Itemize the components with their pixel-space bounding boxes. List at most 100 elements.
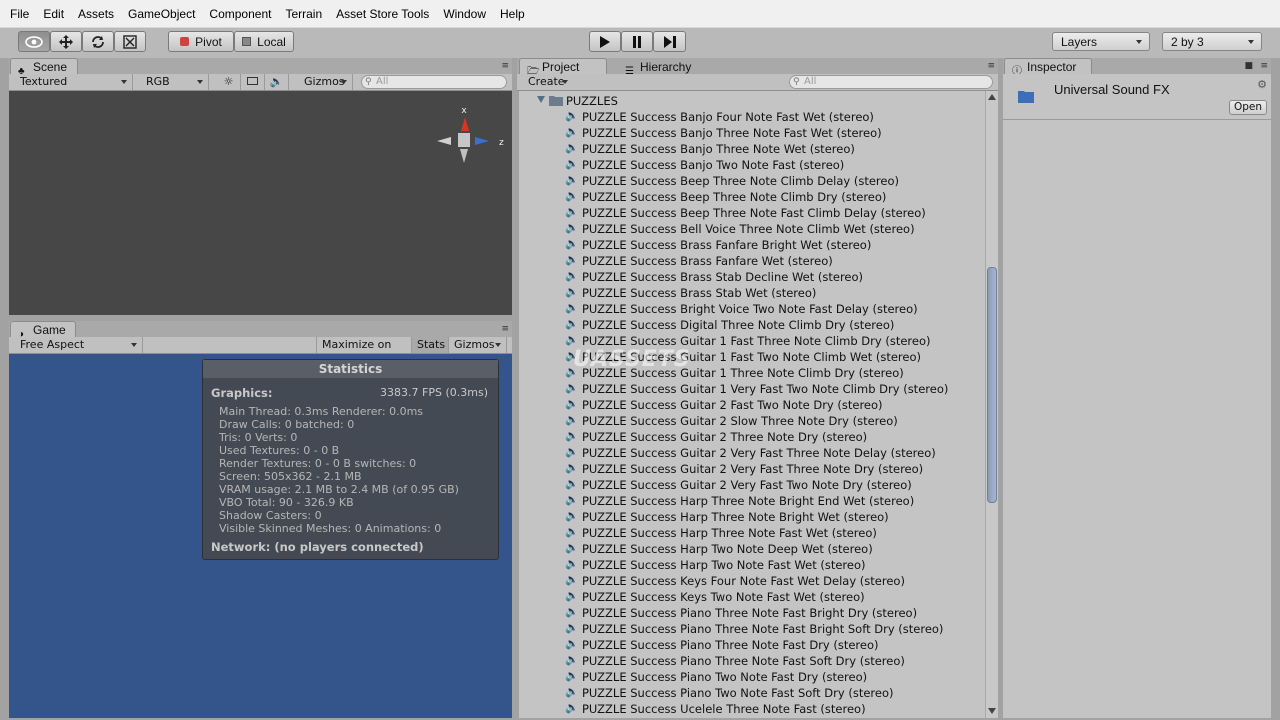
asset-row[interactable]: 🔉 PUZZLE Success Piano Three Note Fast Dr… <box>519 637 985 653</box>
asset-row[interactable]: 🔉 PUZZLE Success Banjo Four Note Fast Wet… <box>519 109 985 125</box>
speaker-icon: 🔉 <box>565 397 579 410</box>
asset-row[interactable]: 🔉 PUZZLE Success Beep Three Note Climb Dr… <box>519 189 985 205</box>
asset-row[interactable]: 🔉 PUZZLE Success Guitar 2 Very Fast Two N… <box>519 477 985 493</box>
create-dropdown[interactable]: Create <box>523 74 573 90</box>
menu-item-assets[interactable]: Assets <box>76 5 116 23</box>
hand-tool-button[interactable] <box>18 31 50 52</box>
menu-item-help[interactable]: Help <box>498 5 527 23</box>
asset-row[interactable]: 🔉 PUZZLE Success Guitar 2 Very Fast Three… <box>519 445 985 461</box>
tab-project-label: Project <box>542 60 580 74</box>
lock-icon[interactable]: ■ <box>1244 61 1253 71</box>
asset-row[interactable]: 🔉 PUZZLE Success Harp Three Note Bright E… <box>519 493 985 509</box>
shading-dropdown[interactable]: Textured <box>15 74 133 90</box>
speaker-icon: 🔉 <box>565 301 579 314</box>
asset-row[interactable]: 🔉 PUZZLE Success Banjo Three Note Fast We… <box>519 125 985 141</box>
asset-row[interactable]: 🔉 PUZZLE Success Guitar 2 Fast Two Note D… <box>519 397 985 413</box>
asset-row[interactable]: 🔉 PUZZLE Success Beep Three Note Climb De… <box>519 173 985 189</box>
fps-readout: 3383.7 FPS (0.3ms) <box>380 386 488 399</box>
asset-row[interactable]: 🔉 PUZZLE Success Piano Three Note Fast Br… <box>519 605 985 621</box>
rotate-tool-button[interactable] <box>82 31 114 52</box>
asset-row[interactable]: 🔉 PUZZLE Success Ucelele Three Note Fast … <box>519 701 985 717</box>
asset-row[interactable]: 🔉 PUZZLE Success Digital Three Note Climb… <box>519 317 985 333</box>
graphics-heading: Graphics: <box>211 386 273 400</box>
project-asset-list[interactable]: PUZZLES 🔉 PUZZLE Success Banjo Four Note … <box>519 91 985 718</box>
asset-label: PUZZLE Success Beep Three Note Climb Del… <box>582 174 899 188</box>
menu-item-gameobject[interactable]: GameObject <box>126 5 197 23</box>
asset-row[interactable]: 🔉 PUZZLE Success Brass Stab Wet (stereo) <box>519 285 985 301</box>
local-button[interactable]: Local <box>234 31 294 52</box>
speaker-icon: 🔉 <box>565 237 579 250</box>
scene-gizmo[interactable]: x z <box>429 101 509 171</box>
channel-dropdown[interactable]: RGB <box>141 74 209 90</box>
gizmos-dropdown[interactable]: Gizmos <box>299 74 353 90</box>
folder-row[interactable]: PUZZLES <box>519 93 985 109</box>
asset-row[interactable]: 🔉 PUZZLE Success Piano Three Note Fast So… <box>519 653 985 669</box>
asset-row[interactable]: 🔉 PUZZLE Success Guitar 2 Very Fast Three… <box>519 461 985 477</box>
chevron-down-icon <box>131 343 137 347</box>
speaker-icon: 🔉 <box>565 477 579 490</box>
asset-row[interactable]: 🔉 PUZZLE Success Piano Three Note Fast Br… <box>519 621 985 637</box>
lighting-toggle[interactable]: ☼ <box>217 74 241 90</box>
open-button[interactable]: Open <box>1229 100 1267 115</box>
speaker-icon: 🔉 <box>565 605 579 618</box>
asset-row[interactable]: 🔉 PUZZLE Success Brass Fanfare Bright Wet… <box>519 237 985 253</box>
panel-menu-icon[interactable]: ≡ <box>501 324 509 334</box>
asset-row[interactable]: 🔉 PUZZLE Success Brass Stab Decline Wet (… <box>519 269 985 285</box>
layers-dropdown[interactable]: Layers <box>1052 32 1150 51</box>
scale-tool-button[interactable] <box>114 31 146 52</box>
asset-label: PUZZLE Success Banjo Two Note Fast (ster… <box>582 158 845 172</box>
menu-item-file[interactable]: File <box>8 5 31 23</box>
scene-search-input[interactable]: ⚲ All <box>361 75 507 89</box>
fx-toggle[interactable] <box>241 74 265 90</box>
asset-row[interactable]: 🔉 PUZZLE Success Keys Two Note Fast Wet (… <box>519 589 985 605</box>
aspect-dropdown[interactable]: Free Aspect <box>15 337 143 353</box>
asset-row[interactable]: 🔉 PUZZLE Success Harp Two Note Fast Wet (… <box>519 557 985 573</box>
asset-row[interactable]: 🔉 PUZZLE Success Guitar 1 Very Fast Two N… <box>519 381 985 397</box>
asset-row[interactable]: 🔉 PUZZLE Success Harp Three Note Bright W… <box>519 509 985 525</box>
menu-item-terrain[interactable]: Terrain <box>283 5 324 23</box>
asset-row[interactable]: 🔉 PUZZLE Success Piano Two Note Fast Dry … <box>519 669 985 685</box>
step-button[interactable] <box>653 31 686 52</box>
asset-row[interactable]: 🔉 PUZZLE Success Brass Fanfare Wet (stere… <box>519 253 985 269</box>
asset-row[interactable]: 🔉 PUZZLE Success Keys Four Note Fast Wet … <box>519 573 985 589</box>
asset-row[interactable]: 🔉 PUZZLE Success Banjo Three Note Wet (st… <box>519 141 985 157</box>
menu-item-asset-store-tools[interactable]: Asset Store Tools <box>334 5 431 23</box>
asset-row[interactable]: 🔉 PUZZLE Success Harp Three Note Fast Wet… <box>519 525 985 541</box>
asset-row[interactable]: 🔉 PUZZLE Success Bell Voice Three Note Cl… <box>519 221 985 237</box>
menu-item-window[interactable]: Window <box>441 5 488 23</box>
panel-menu-icon[interactable]: ≡ <box>987 61 995 71</box>
menu-item-edit[interactable]: Edit <box>41 5 66 23</box>
scene-viewport[interactable]: x z <box>9 91 512 315</box>
panel-menu-icon[interactable]: ≡ <box>501 61 509 71</box>
pivot-button[interactable]: Pivot <box>168 31 234 52</box>
asset-row[interactable]: 🔉 PUZZLE Success Banjo Two Note Fast (ste… <box>519 157 985 173</box>
gizmos-label: Gizmos <box>304 75 345 88</box>
stats-toggle[interactable]: Stats <box>412 337 449 353</box>
asset-label: PUZZLE Success Brass Stab Wet (stereo) <box>582 286 817 300</box>
game-gizmos-dropdown[interactable]: Gizmos <box>449 337 507 353</box>
asset-row[interactable]: 🔉 PUZZLE Success Bright Voice Two Note Fa… <box>519 301 985 317</box>
asset-label: PUZZLE Success Guitar 2 Three Note Dry (… <box>582 430 868 444</box>
layout-dropdown[interactable]: 2 by 3 <box>1162 32 1262 51</box>
speaker-icon: 🔉 <box>565 493 579 506</box>
project-search-input[interactable]: ⚲ All <box>789 75 993 89</box>
panel-menu-icon[interactable]: ≡ <box>1260 61 1268 71</box>
pause-button[interactable] <box>621 31 653 52</box>
scroll-thumb[interactable] <box>987 267 997 503</box>
project-scrollbar[interactable] <box>985 91 998 718</box>
play-button[interactable] <box>589 31 621 52</box>
settings-icon[interactable]: ⚙ <box>1257 78 1267 91</box>
asset-row[interactable]: 🔉 PUZZLE Success Guitar 2 Three Note Dry … <box>519 429 985 445</box>
asset-row[interactable]: 🔉 PUZZLE Success Harp Two Note Deep Wet (… <box>519 541 985 557</box>
game-viewport[interactable]: Statistics Graphics: 3383.7 FPS (0.3ms) … <box>9 354 512 718</box>
asset-row[interactable]: 🔉 PUZZLE Success Piano Two Note Fast Soft… <box>519 685 985 701</box>
scroll-down-icon[interactable] <box>988 708 996 714</box>
audio-toggle[interactable]: 🔈 <box>265 74 289 90</box>
maximize-on-play-toggle[interactable]: Maximize on Play <box>316 337 412 367</box>
move-tool-button[interactable] <box>50 31 82 52</box>
menu-item-component[interactable]: Component <box>207 5 273 23</box>
play-icon <box>600 35 610 48</box>
asset-row[interactable]: 🔉 PUZZLE Success Beep Three Note Fast Cli… <box>519 205 985 221</box>
scroll-up-icon[interactable] <box>988 94 996 100</box>
asset-row[interactable]: 🔉 PUZZLE Success Guitar 2 Slow Three Note… <box>519 413 985 429</box>
